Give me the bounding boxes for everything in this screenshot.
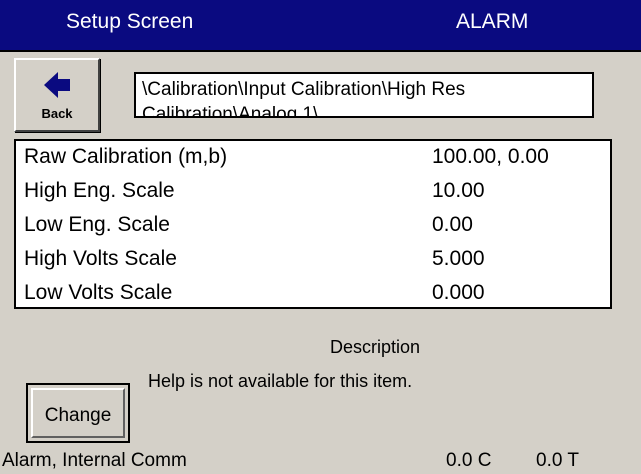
description-text: Help is not available for this item. — [148, 371, 413, 391]
setting-label: Low Volts Scale — [24, 281, 173, 304]
setting-label: Raw Calibration (m,b) — [24, 145, 228, 168]
setting-row-raw-calibration[interactable]: Raw Calibration (m,b) 100.00, 0.00 — [16, 141, 610, 175]
setting-value: 0.00 — [432, 213, 473, 236]
settings-list: Raw Calibration (m,b) 100.00, 0.00 High … — [14, 139, 612, 309]
change-label: Change — [44, 405, 112, 426]
setting-value: 5.000 — [432, 247, 485, 270]
status-temp-t: 0.0 T — [536, 450, 579, 471]
setting-row-low-volts-scale[interactable]: Low Volts Scale 0.000 — [16, 277, 610, 311]
setting-value: 0.000 — [432, 281, 485, 304]
setting-label: High Volts Scale — [24, 247, 177, 270]
title-bar: Setup Screen ALARM — [0, 0, 641, 52]
setup-screen: Setup Screen ALARM Back \Calibration\Inp… — [0, 0, 641, 474]
back-button[interactable]: Back — [14, 58, 100, 132]
setting-label: Low Eng. Scale — [24, 213, 170, 236]
change-button[interactable]: Change — [26, 383, 130, 443]
description-heading: Description — [330, 337, 421, 357]
setting-row-high-volts-scale[interactable]: High Volts Scale 5.000 — [16, 243, 610, 277]
back-label: Back — [41, 106, 73, 121]
setting-value: 10.00 — [432, 179, 485, 202]
path-display: \Calibration\Input Calibration\High Res … — [134, 72, 594, 118]
setting-row-high-eng-scale[interactable]: High Eng. Scale 10.00 — [16, 175, 610, 209]
change-button-face: Change — [31, 388, 125, 438]
alarm-indicator: ALARM — [456, 10, 529, 33]
setting-label: High Eng. Scale — [24, 179, 175, 202]
status-temp-c: 0.0 C — [446, 450, 492, 471]
status-message: Alarm, Internal Comm — [2, 450, 187, 471]
screen-title: Setup Screen — [66, 10, 194, 33]
setting-row-low-eng-scale[interactable]: Low Eng. Scale 0.00 — [16, 209, 610, 243]
arrow-left-icon — [44, 72, 70, 98]
setting-value: 100.00, 0.00 — [432, 145, 549, 168]
